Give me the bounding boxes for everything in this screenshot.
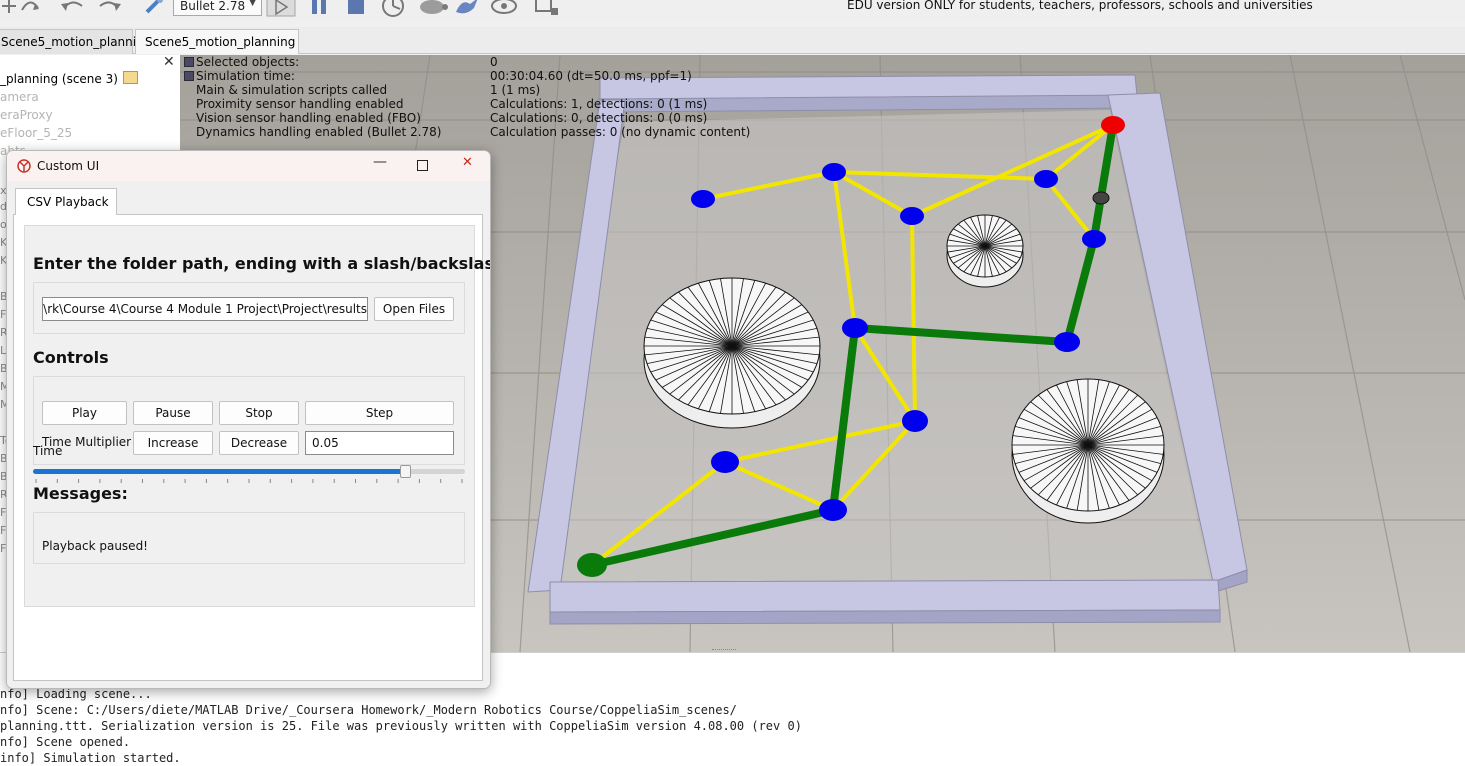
info-value: Calculation passes: 0 (no dynamic conten…	[490, 125, 751, 139]
info-value: Calculations: 0, detections: 0 (0 ms)	[490, 111, 708, 125]
time-slider[interactable]	[33, 459, 465, 483]
folder-path-input[interactable]: rk\Course 4\Course 4 Module 1 Project\Pr…	[42, 297, 368, 321]
robot	[1092, 191, 1110, 205]
decrease-button[interactable]: Decrease	[219, 431, 299, 455]
maximize-button[interactable]	[417, 160, 428, 171]
slider-ticks	[35, 479, 463, 483]
scene-icon	[123, 71, 138, 84]
play-button[interactable]: Play	[42, 401, 127, 425]
info-value: 0	[490, 55, 498, 69]
info-key: Dynamics handling enabled (Bullet 2.78)	[196, 125, 442, 139]
hierarchy-item[interactable]: amera	[0, 90, 39, 104]
info-key: Simulation time:	[196, 69, 295, 83]
slow-icon[interactable]	[416, 0, 450, 18]
undo-icon[interactable]	[58, 0, 86, 14]
increase-button[interactable]: Increase	[133, 431, 213, 455]
toolbar: Bullet 2.78 ▼ EDU version ONLY for stude…	[0, 0, 1465, 20]
slider-fill	[33, 469, 405, 474]
tab-panel: Enter the folder path, ending with a sla…	[13, 214, 490, 681]
obstacle-cylinder-large-right	[1011, 378, 1165, 524]
info-value: Calculations: 1, detections: 0 (1 ms)	[490, 97, 708, 111]
pause-icon[interactable]	[308, 0, 332, 18]
close-button[interactable]: ✕	[462, 155, 473, 170]
time-label: Time	[33, 444, 63, 458]
start-node	[577, 553, 607, 577]
console-line: nfo] Scene opened.	[0, 735, 131, 749]
custom-ui-window: Custom UI — ✕ CSV Playback Enter the fol…	[6, 150, 491, 689]
minimize-button[interactable]: —	[373, 154, 387, 170]
console-line: nfo] Scene: C:/Users/diete/MATLAB Drive/…	[0, 703, 737, 717]
slider-handle[interactable]	[399, 465, 411, 478]
message-text: Playback paused!	[42, 539, 148, 553]
info-toggle-icon[interactable]	[184, 57, 194, 67]
tab-scene5-inactive[interactable]: Scene5_motion_planning	[0, 29, 151, 54]
tab-scene5-active[interactable]: Scene5_motion_planning	[135, 29, 299, 54]
folder-frame: rk\Course 4\Course 4 Module 1 Project\Pr…	[33, 282, 465, 334]
messages-heading: Messages:	[33, 484, 128, 503]
info-value: 1 (1 ms)	[490, 83, 541, 97]
info-key: Main & simulation scripts called	[196, 83, 388, 97]
physics-engine-select[interactable]: Bullet 2.78 ▼	[173, 0, 262, 16]
close-icon[interactable]: ✕	[163, 55, 175, 70]
console-line: nfo] Loading scene...	[0, 687, 152, 701]
hierarchy-item[interactable]: eFloor_5_25	[0, 126, 72, 140]
controls-heading: Controls	[33, 348, 109, 367]
edu-notice: EDU version ONLY for students, teachers,…	[847, 0, 1313, 12]
assemble-icon[interactable]	[143, 0, 167, 14]
controls-frame: Play Pause Stop Step Time Multiplier Inc…	[33, 376, 465, 465]
wall-bottom	[549, 579, 1221, 613]
playback-group: Enter the folder path, ending with a sla…	[24, 225, 490, 607]
window-titlebar[interactable]: Custom UI — ✕	[7, 151, 490, 181]
scene-tab-bar: Scene5_motion_planning Scene5_motion_pla…	[0, 27, 1465, 54]
rotate-icon[interactable]	[18, 0, 42, 14]
info-key: Vision sensor handling enabled (FBO)	[196, 111, 421, 125]
folder-prompt: Enter the folder path, ending with a sla…	[33, 254, 491, 273]
redo-icon[interactable]	[96, 0, 126, 14]
play-icon[interactable]	[265, 0, 297, 18]
splitter-handle[interactable]	[712, 649, 736, 652]
move-icon[interactable]	[0, 0, 18, 14]
coppeliasim-app-icon	[17, 159, 31, 173]
info-toggle-icon[interactable]	[184, 71, 194, 81]
window-body: CSV Playback Enter the folder path, endi…	[7, 181, 490, 688]
pause-button[interactable]: Pause	[133, 401, 213, 425]
page-icon[interactable]	[533, 0, 563, 18]
chevron-down-icon: ▼	[249, 0, 256, 8]
info-value: 00:30:04.60 (dt=50.0 ms, ppf=1)	[490, 69, 692, 83]
stop-icon[interactable]	[345, 0, 369, 18]
realtime-icon[interactable]	[380, 0, 408, 18]
tab-csv-playback[interactable]: CSV Playback	[15, 188, 117, 215]
info-key: Proximity sensor handling enabled	[196, 97, 404, 111]
obstacle-cylinder-small	[946, 214, 1024, 288]
time-multiplier-input[interactable]: 0.05	[305, 431, 454, 455]
info-key: Selected objects:	[196, 55, 300, 69]
fast-icon[interactable]	[452, 0, 482, 18]
window-title: Custom UI	[37, 159, 100, 173]
goal-node	[1101, 116, 1125, 134]
hierarchy-root[interactable]: _planning (scene 3)	[0, 72, 118, 86]
open-files-button[interactable]: Open Files	[374, 297, 454, 321]
stop-button[interactable]: Stop	[219, 401, 299, 425]
messages-frame: Playback paused!	[33, 512, 465, 564]
visualization-icon[interactable]	[489, 0, 521, 18]
step-button[interactable]: Step	[305, 401, 454, 425]
physics-engine-value: Bullet 2.78	[180, 0, 246, 13]
obstacle-cylinder-large-left	[643, 277, 821, 429]
hierarchy-item[interactable]: eraProxy	[0, 108, 53, 122]
console-line: info] Simulation started.	[0, 751, 181, 765]
console-line: planning.ttt. Serialization version is 2…	[0, 719, 802, 733]
